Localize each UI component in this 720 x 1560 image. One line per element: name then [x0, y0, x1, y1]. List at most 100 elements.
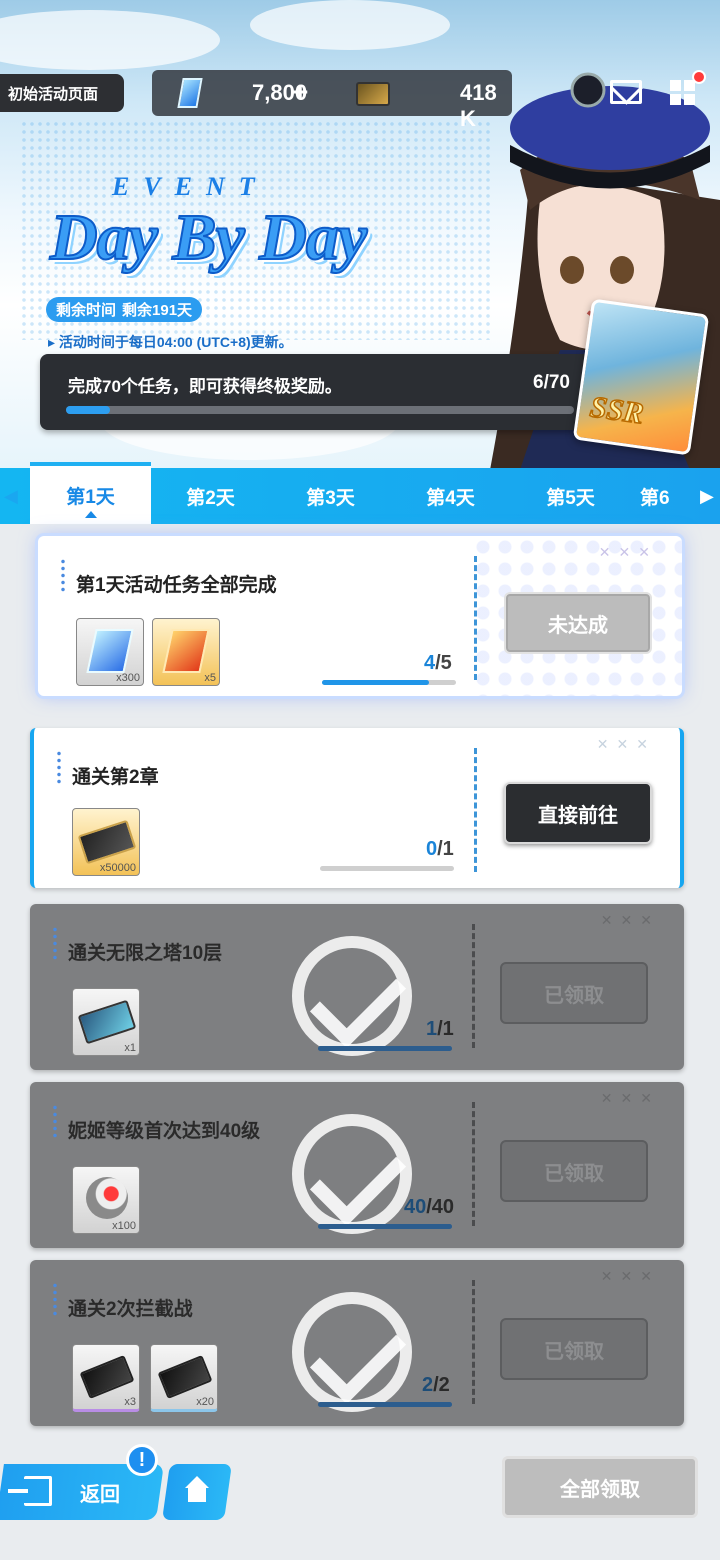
menu-grid-icon[interactable] — [670, 80, 696, 106]
reward-item[interactable]: x50000 — [72, 808, 140, 876]
reward-item[interactable]: x3 — [72, 1344, 140, 1412]
mission-count: 6/70 — [533, 372, 570, 393]
not-achieved-button[interactable]: 未达成 — [504, 592, 652, 654]
reward-item[interactable]: x100 — [72, 1166, 140, 1234]
reward-item[interactable]: x20 — [150, 1344, 218, 1412]
completed-check-icon — [292, 1114, 412, 1234]
task-progress-text: 40/40 — [404, 1196, 454, 1219]
tab-day-2[interactable]: 第2天 — [150, 468, 271, 524]
progress-total: /1 — [437, 838, 454, 860]
x-decoration: ✕✕✕ — [600, 1268, 660, 1284]
divider — [472, 924, 475, 1048]
task-card-completed: ✕✕✕ 通关无限之塔10层 x1 1/1 已领取 — [30, 904, 684, 1070]
go-now-button[interactable]: 直接前往 — [504, 782, 652, 844]
reward-item[interactable]: x5 — [152, 618, 220, 686]
remaining-time-pill: 剩余时间 剩余191天 — [46, 297, 203, 322]
reward-qty: x20 — [196, 1396, 214, 1408]
task-progress-text: 4/5 — [424, 652, 452, 675]
progress-current: 40 — [404, 1196, 427, 1218]
progress-current: 2 — [422, 1374, 434, 1396]
reward-item[interactable]: x1 — [72, 988, 140, 1056]
task-progress-fill — [322, 680, 430, 685]
claimed-button[interactable]: 已领取 — [500, 962, 648, 1024]
progress-current: 1 — [426, 1018, 438, 1040]
task-progress-fill — [318, 1224, 452, 1229]
task-card: ✕✕✕ 通关第2章 x50000 0/1 直接前往 — [30, 728, 684, 888]
task-title: 通关2次拦截战 — [68, 1299, 193, 1320]
notification-dot — [692, 70, 706, 84]
claim-all-button[interactable]: 全部领取 — [502, 1456, 698, 1518]
mission-progress-bar — [66, 406, 574, 414]
cloud-decoration — [250, 0, 450, 50]
divider — [472, 1280, 475, 1404]
reward-qty: x100 — [112, 1220, 136, 1232]
core-ball-icon — [86, 1177, 128, 1219]
progress-current: 4 — [424, 652, 436, 674]
task-title: 通关无限之塔10层 — [68, 943, 223, 964]
tab-right-arrow-icon[interactable]: ▶ — [700, 486, 714, 507]
dots-decoration — [52, 926, 58, 962]
back-label: 返回 — [80, 1484, 120, 1506]
completed-check-icon — [292, 936, 412, 1056]
reward-qty: x1 — [124, 1042, 136, 1054]
mail-icon[interactable] — [610, 80, 642, 104]
add-gems-button[interactable]: + — [292, 76, 308, 108]
reward-qty: x5 — [204, 672, 216, 684]
x-decoration: ✕✕✕ — [600, 912, 660, 928]
divider — [474, 556, 477, 680]
event-banner: 初始活动页面 7,800 + 418 K EVENT Day By Day 剩余… — [0, 0, 720, 470]
dots-decoration — [60, 558, 66, 594]
x-decoration: ✕✕✕ — [600, 1090, 660, 1106]
task-progress-text: 0/1 — [426, 838, 454, 861]
task-progress-text: 2/2 — [422, 1374, 450, 1397]
x-decoration: ✕✕✕ — [596, 736, 656, 752]
tab-left-arrow-icon[interactable]: ◀ — [4, 486, 18, 507]
reward-item[interactable]: x300 — [76, 618, 144, 686]
claimed-button[interactable]: 已领取 — [500, 1318, 648, 1380]
mission-panel: 完成70个任务，即可获得终极奖励。 6/70 — [40, 354, 592, 430]
mission-progress-fill — [66, 406, 110, 414]
tab-day-1[interactable]: 第1天 — [30, 462, 151, 524]
task-progress-bar — [318, 1046, 452, 1051]
progress-total: /5 — [435, 652, 452, 674]
tab-day-5[interactable]: 第5天 — [510, 468, 631, 524]
task-title: 第1天活动任务全部完成 — [76, 575, 277, 596]
claimed-button[interactable]: 已领取 — [500, 1140, 648, 1202]
task-card-completed: ✕✕✕ 妮姬等级首次达到40级 x100 40/40 已领取 — [30, 1082, 684, 1248]
reward-qty: x50000 — [99, 862, 136, 874]
event-title: Day By Day — [49, 200, 368, 275]
gem-icon — [177, 78, 203, 108]
task-progress-fill — [318, 1402, 452, 1407]
task-card-completed: ✕✕✕ 通关2次拦截战 x3 x20 2/2 已领取 — [30, 1260, 684, 1426]
tab-day-4[interactable]: 第4天 — [390, 468, 511, 524]
ssr-reward-card[interactable]: SSR — [572, 298, 710, 456]
divider — [472, 1102, 475, 1226]
tab-day-3[interactable]: 第3天 — [270, 468, 391, 524]
task-title: 妮姬等级首次达到40级 — [68, 1121, 261, 1142]
tower-card-icon — [77, 999, 137, 1045]
dots-decoration — [56, 750, 62, 786]
mission-text: 完成70个任务，即可获得终极奖励。 — [68, 377, 342, 396]
progress-total: /1 — [437, 1018, 454, 1040]
tab-day-6[interactable]: 第6 — [640, 468, 700, 524]
refresh-note: ▸ 活动时间于每日04:00 (UTC+8)更新。 — [48, 334, 293, 350]
reward-qty: x3 — [124, 1396, 136, 1408]
ssr-label: SSR — [587, 390, 646, 432]
remaining-label: 剩余时间 — [56, 302, 117, 319]
alert-badge[interactable]: ! — [126, 1444, 158, 1476]
credit-card-icon — [77, 819, 137, 865]
completed-check-icon — [292, 1292, 412, 1412]
page-label: 初始活动页面 — [0, 74, 124, 112]
back-icon — [8, 1476, 52, 1506]
task-progress-text: 1/1 — [426, 1018, 454, 1041]
remaining-value: 剩余191天 — [122, 302, 193, 319]
task-progress-bar — [320, 866, 454, 871]
gold-gem-icon — [162, 629, 210, 673]
credit-count: 418 K — [460, 80, 497, 131]
blue-gem-icon — [86, 629, 134, 673]
reward-qty: x300 — [116, 672, 140, 684]
chip-icon — [157, 1355, 213, 1399]
credit-icon — [356, 82, 390, 106]
task-title: 通关第2章 — [72, 767, 159, 788]
task-progress-fill — [318, 1046, 452, 1051]
